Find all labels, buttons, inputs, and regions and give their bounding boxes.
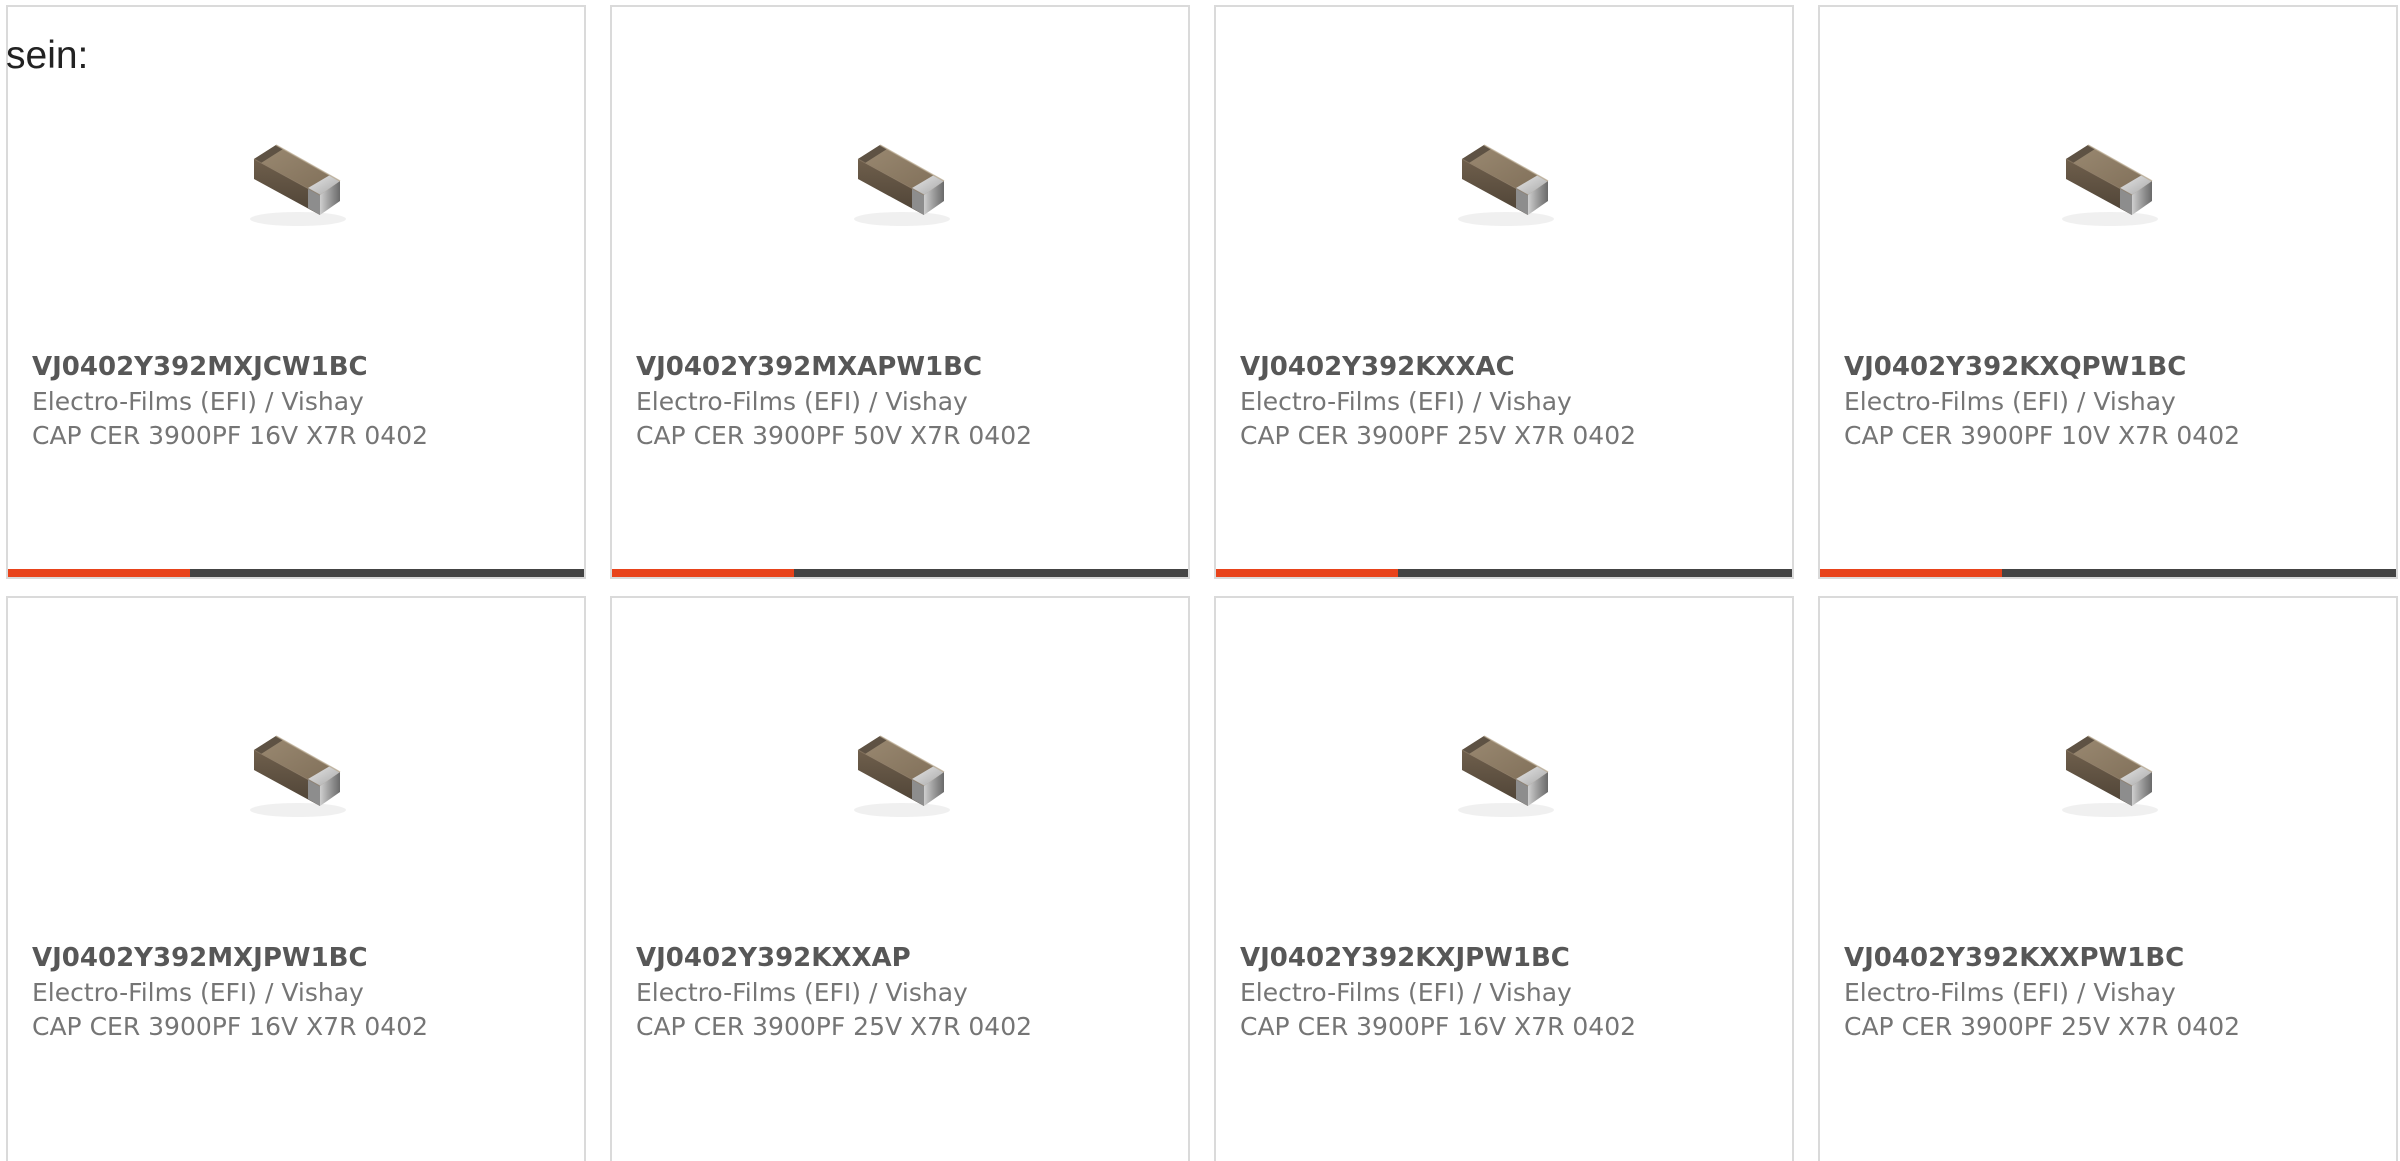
part-number-link[interactable]: VJ0402Y392MXJCW1BC bbox=[32, 349, 574, 385]
manufacturer-text: Electro-Films (EFI) / Vishay bbox=[32, 387, 364, 416]
product-grid: VJ0402Y392MXJCW1BC Electro-Films (EFI) /… bbox=[6, 5, 2398, 1161]
product-info: VJ0402Y392KXXAP Electro-Films (EFI) / Vi… bbox=[636, 940, 1178, 1044]
card-bottom-bar bbox=[612, 569, 1188, 577]
description-text: CAP CER 3900PF 25V X7R 0402 bbox=[636, 1012, 1033, 1041]
manufacturer-text: Electro-Films (EFI) / Vishay bbox=[1240, 978, 1572, 1007]
ceramic-capacitor-icon bbox=[853, 735, 951, 818]
ceramic-capacitor-icon bbox=[249, 144, 347, 227]
product-card[interactable]: VJ0402Y392KXQPW1BC Electro-Films (EFI) /… bbox=[1818, 5, 2398, 579]
card-accent-bar bbox=[612, 569, 794, 577]
ceramic-capacitor-icon bbox=[1457, 735, 1555, 818]
manufacturer-text: Electro-Films (EFI) / Vishay bbox=[1844, 387, 2176, 416]
card-accent-bar bbox=[8, 569, 190, 577]
card-bottom-bar bbox=[1820, 569, 2396, 577]
ceramic-capacitor-icon bbox=[249, 735, 347, 818]
description-text: CAP CER 3900PF 16V X7R 0402 bbox=[1240, 1012, 1637, 1041]
product-info: VJ0402Y392KXQPW1BC Electro-Films (EFI) /… bbox=[1844, 349, 2386, 453]
ceramic-capacitor-icon bbox=[2061, 735, 2159, 818]
manufacturer-text: Electro-Films (EFI) / Vishay bbox=[32, 978, 364, 1007]
description-text: CAP CER 3900PF 10V X7R 0402 bbox=[1844, 421, 2241, 450]
part-number-link[interactable]: VJ0402Y392KXXPW1BC bbox=[1844, 940, 2386, 976]
product-info: VJ0402Y392MXJPW1BC Electro-Films (EFI) /… bbox=[32, 940, 574, 1044]
product-info: VJ0402Y392MXAPW1BC Electro-Films (EFI) /… bbox=[636, 349, 1178, 453]
product-info: VJ0402Y392KXJPW1BC Electro-Films (EFI) /… bbox=[1240, 940, 1782, 1044]
card-accent-bar bbox=[1216, 569, 1398, 577]
product-info: VJ0402Y392KXXPW1BC Electro-Films (EFI) /… bbox=[1844, 940, 2386, 1044]
product-card[interactable]: VJ0402Y392KXXAP Electro-Films (EFI) / Vi… bbox=[610, 596, 1190, 1161]
manufacturer-text: Electro-Films (EFI) / Vishay bbox=[1844, 978, 2176, 1007]
product-info: VJ0402Y392KXXAC Electro-Films (EFI) / Vi… bbox=[1240, 349, 1782, 453]
part-number-link[interactable]: VJ0402Y392KXJPW1BC bbox=[1240, 940, 1782, 976]
part-number-link[interactable]: VJ0402Y392MXAPW1BC bbox=[636, 349, 1178, 385]
intro-text: sein: bbox=[6, 34, 89, 77]
card-bottom-bar bbox=[1216, 569, 1792, 577]
product-card[interactable]: VJ0402Y392KXJPW1BC Electro-Films (EFI) /… bbox=[1214, 596, 1794, 1161]
product-card[interactable]: VJ0402Y392KXXPW1BC Electro-Films (EFI) /… bbox=[1818, 596, 2398, 1161]
ceramic-capacitor-icon bbox=[853, 144, 951, 227]
manufacturer-text: Electro-Films (EFI) / Vishay bbox=[636, 978, 968, 1007]
description-text: CAP CER 3900PF 16V X7R 0402 bbox=[32, 421, 429, 450]
product-card[interactable]: VJ0402Y392MXJPW1BC Electro-Films (EFI) /… bbox=[6, 596, 586, 1161]
manufacturer-text: Electro-Films (EFI) / Vishay bbox=[636, 387, 968, 416]
part-number-link[interactable]: VJ0402Y392KXXAC bbox=[1240, 349, 1782, 385]
part-number-link[interactable]: VJ0402Y392KXQPW1BC bbox=[1844, 349, 2386, 385]
ceramic-capacitor-icon bbox=[2061, 144, 2159, 227]
part-number-link[interactable]: VJ0402Y392KXXAP bbox=[636, 940, 1178, 976]
card-bottom-bar bbox=[8, 569, 584, 577]
card-accent-bar bbox=[1820, 569, 2002, 577]
description-text: CAP CER 3900PF 50V X7R 0402 bbox=[636, 421, 1033, 450]
ceramic-capacitor-icon bbox=[1457, 144, 1555, 227]
description-text: CAP CER 3900PF 16V X7R 0402 bbox=[32, 1012, 429, 1041]
part-number-link[interactable]: VJ0402Y392MXJPW1BC bbox=[32, 940, 574, 976]
manufacturer-text: Electro-Films (EFI) / Vishay bbox=[1240, 387, 1572, 416]
product-card[interactable]: VJ0402Y392MXJCW1BC Electro-Films (EFI) /… bbox=[6, 5, 586, 579]
page: sein: VJ0402Y392MXJCW1BC Electro-Films (… bbox=[0, 0, 2400, 1161]
description-text: CAP CER 3900PF 25V X7R 0402 bbox=[1844, 1012, 2241, 1041]
product-info: VJ0402Y392MXJCW1BC Electro-Films (EFI) /… bbox=[32, 349, 574, 453]
product-card[interactable]: VJ0402Y392MXAPW1BC Electro-Films (EFI) /… bbox=[610, 5, 1190, 579]
product-card[interactable]: VJ0402Y392KXXAC Electro-Films (EFI) / Vi… bbox=[1214, 5, 1794, 579]
description-text: CAP CER 3900PF 25V X7R 0402 bbox=[1240, 421, 1637, 450]
